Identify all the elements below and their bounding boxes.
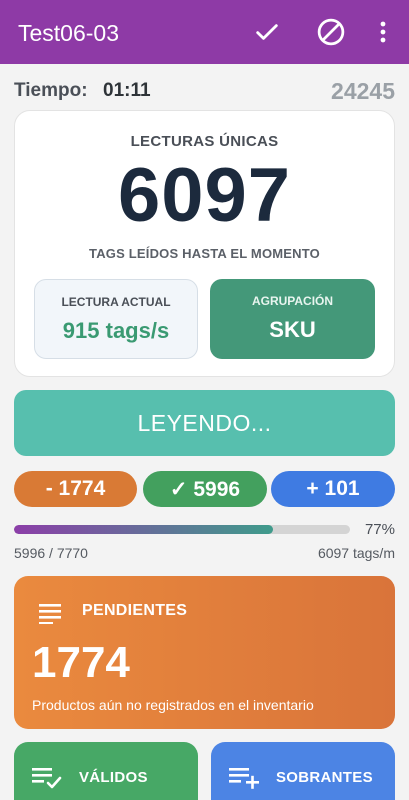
- valid-title: VÁLIDOS: [79, 769, 148, 786]
- progress-rate: 6097 tags/m: [317, 545, 395, 561]
- extra-count-pill[interactable]: + 101: [271, 471, 395, 507]
- time-label: Tiempo:: [14, 80, 88, 101]
- more-vert-icon[interactable]: [367, 16, 399, 48]
- progress-percent: 77%: [364, 521, 395, 538]
- valid-count-pill[interactable]: ✓ 5996: [143, 471, 267, 507]
- current-rate-value: 915 tags/s: [62, 318, 170, 343]
- playlist-add-icon: [229, 766, 263, 795]
- grouping-value: SKU: [269, 317, 316, 342]
- current-rate-label: LECTURA ACTUAL: [61, 295, 171, 309]
- total-reads-count: 24245: [331, 78, 395, 104]
- pending-card[interactable]: PENDIENTES 1774 Productos aún no registr…: [14, 576, 395, 729]
- grouping-label: AGRUPACIÓN: [251, 294, 334, 308]
- progress-count: 5996 / 7770: [14, 545, 88, 561]
- playlist-check-icon: [32, 766, 66, 795]
- progress-bar-fill: [14, 525, 273, 534]
- unique-reads-label: LECTURAS ÚNICAS: [130, 133, 279, 150]
- time-value: 01:11: [103, 80, 151, 101]
- check-icon[interactable]: [251, 16, 283, 48]
- current-rate-box: LECTURA ACTUAL 915 tags/s: [34, 279, 198, 359]
- app-title: Test06-03: [18, 20, 120, 46]
- extra-title: SOBRANTES: [276, 769, 373, 786]
- pending-value: 1774: [32, 638, 130, 687]
- reading-button[interactable]: LEYENDO...: [14, 390, 395, 456]
- unique-reads-value: 6097: [117, 153, 292, 238]
- unique-reads-sublabel: TAGS LEÍDOS HASTA EL MOMENTO: [89, 246, 320, 261]
- pending-title: PENDIENTES: [82, 602, 188, 619]
- valid-card[interactable]: VÁLIDOS: [14, 742, 198, 800]
- pending-description: Productos aún no registrados en el inven…: [32, 697, 314, 713]
- missing-count-pill[interactable]: - 1774: [14, 471, 137, 507]
- app-bar: Test06-03: [0, 0, 409, 64]
- progress-bar: [14, 525, 350, 534]
- list-icon: [39, 602, 63, 629]
- extra-card[interactable]: SOBRANTES: [211, 742, 395, 800]
- grouping-box[interactable]: AGRUPACIÓN SKU: [210, 279, 375, 359]
- block-icon[interactable]: [315, 16, 347, 48]
